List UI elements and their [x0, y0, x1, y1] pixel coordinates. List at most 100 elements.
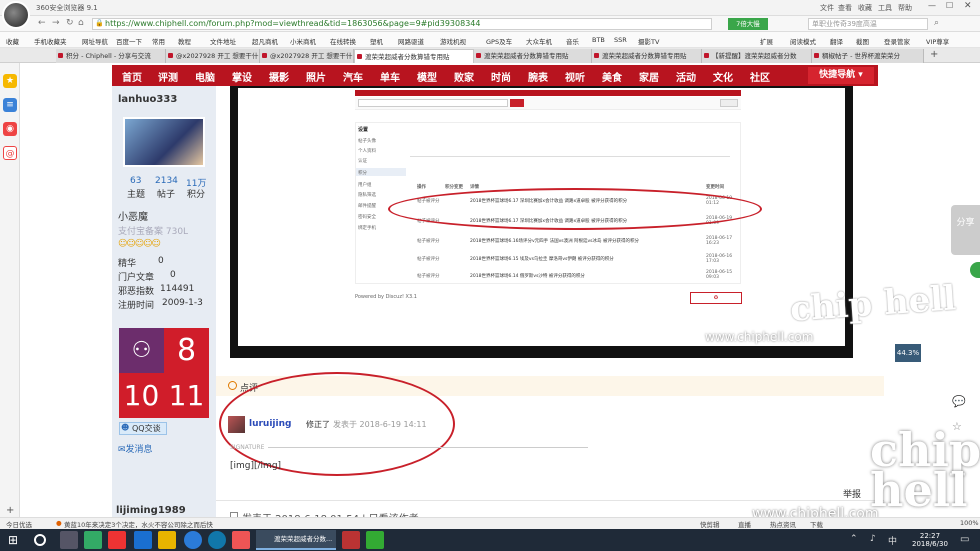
nav-item[interactable]: 时尚 — [491, 69, 511, 84]
bookmark-item[interactable]: 文件地址 — [210, 36, 236, 46]
back-icon[interactable]: ← — [38, 18, 46, 28]
tab[interactable]: 【新提醒】渡荣荣超威者分数 — [702, 49, 812, 63]
menu-help[interactable]: 帮助 — [898, 3, 912, 13]
status-item[interactable]: 直播 — [738, 519, 751, 529]
tab[interactable]: 渡荣荣超威者分数算错专用贴 — [592, 49, 702, 63]
status-item[interactable]: 下载 — [810, 519, 823, 529]
bookmark-item[interactable]: 音乐 — [566, 36, 579, 46]
quick-nav-button[interactable]: 快捷导航 ▾ — [808, 67, 874, 84]
star-icon[interactable]: ★ — [3, 74, 17, 88]
minimize-icon[interactable]: — — [928, 1, 936, 10]
bookmark-extensions[interactable]: 扩展 — [760, 36, 773, 46]
notification-icon[interactable]: ▭ — [960, 534, 969, 545]
nav-item[interactable]: 汽车 — [343, 69, 363, 84]
medal-tile[interactable]: 11 — [164, 373, 209, 418]
nav-item[interactable]: 摄影 — [269, 69, 289, 84]
translate[interactable]: 翻译 — [830, 36, 843, 46]
bookmark-item[interactable]: 大众车机 — [526, 36, 552, 46]
bookmark-item[interactable]: 百度一下 — [116, 36, 142, 46]
comment-icon[interactable]: 💬 — [952, 395, 966, 408]
refresh-icon[interactable]: ↻ — [66, 18, 74, 28]
bookmark-item[interactable]: 常用 — [152, 36, 165, 46]
tab[interactable]: @x2027928 开工 想要干什么 — [260, 49, 354, 63]
speed-badge[interactable]: 7倍大慢 — [728, 18, 768, 30]
reading-mode[interactable]: 阅读模式 — [790, 36, 816, 46]
app-icon[interactable] — [108, 531, 126, 549]
tab[interactable]: 积分 - Chiphell - 分享与交流 — [56, 49, 166, 63]
forward-icon[interactable]: → — [52, 18, 60, 28]
bookmark-item[interactable]: 教程 — [178, 36, 191, 46]
status-today[interactable]: 今日优选 — [6, 519, 32, 529]
bookmark-item[interactable]: 超凡商机 — [252, 36, 278, 46]
vip[interactable]: VIP尊享 — [926, 36, 949, 46]
stat-value[interactable]: 63 — [130, 176, 141, 186]
tab-active[interactable]: 渡荣荣超威者分数算错专用贴 — [354, 49, 474, 63]
bookmark-item[interactable]: 摄影TV — [638, 36, 659, 46]
app-icon[interactable] — [366, 531, 384, 549]
folder-icon[interactable] — [158, 531, 176, 549]
bookmark-item[interactable]: BTB — [592, 36, 605, 44]
browser-user-avatar[interactable] — [2, 1, 30, 29]
author-username[interactable]: lanhuo333 — [118, 94, 177, 105]
bookmark-item[interactable]: SSR — [614, 36, 627, 44]
nav-item[interactable]: 腕表 — [528, 69, 548, 84]
nav-item[interactable]: 模型 — [417, 69, 437, 84]
task-view-icon[interactable] — [60, 531, 78, 549]
home-icon[interactable]: ⌂ — [78, 18, 84, 28]
ime-icon[interactable]: 中 — [888, 534, 897, 547]
news-icon[interactable]: ≡ — [3, 98, 17, 112]
tab[interactable]: 稠椒帖子 - 世界杯渡荣荣分 — [812, 49, 924, 63]
status-news[interactable]: 黄蓝10年来决定3个决定，水火不容公司除之而后快 — [64, 519, 213, 529]
tab[interactable]: 渡荣荣超威者分数算错专用贴 — [474, 49, 592, 63]
nav-item[interactable]: 评测 — [158, 69, 178, 84]
bookmark-item[interactable]: 小米商机 — [290, 36, 316, 46]
close-icon[interactable]: ✕ — [964, 1, 972, 11]
status-item[interactable]: 热点资讯 — [770, 519, 796, 529]
report-link[interactable]: 举报 — [843, 487, 861, 500]
nav-item[interactable]: 掌设 — [232, 69, 252, 84]
bookmark-item[interactable]: 网址导航 — [82, 36, 108, 46]
status-item[interactable]: 快剪辑 — [700, 519, 720, 529]
url-input[interactable]: https://www.chiphell.com/forum.php?mod=v… — [92, 18, 712, 30]
bookmark-item[interactable]: GPS及车 — [486, 36, 512, 46]
bookmark-item[interactable]: 网路驱道 — [398, 36, 424, 46]
nav-item[interactable]: 单车 — [380, 69, 400, 84]
search-input[interactable]: 单职业传奇39度高温 — [808, 18, 928, 30]
new-tab-icon[interactable]: + — [930, 49, 938, 60]
volume-icon[interactable]: ♪ — [870, 534, 876, 544]
mail-icon[interactable]: @ — [3, 146, 17, 160]
taskbar-clock[interactable]: 22:27 2018/6/30 — [912, 532, 948, 548]
menu-tools[interactable]: 工具 — [878, 3, 892, 13]
edge-icon[interactable] — [134, 531, 152, 549]
nav-item[interactable]: 照片 — [306, 69, 326, 84]
app-icon[interactable] — [184, 531, 202, 549]
add-icon[interactable]: + — [6, 505, 14, 516]
status-zoom[interactable]: 100% — [960, 519, 979, 527]
network-icon[interactable]: ⌃ — [850, 534, 858, 544]
bookmark-item[interactable]: 游戏机视 — [440, 36, 466, 46]
nav-home[interactable]: 首页 — [122, 69, 142, 84]
medal-share-icon[interactable]: ⚇ — [119, 328, 164, 373]
app-icon[interactable] — [208, 531, 226, 549]
menu-favorites[interactable]: 收藏 — [858, 3, 872, 13]
next-author[interactable]: lijiming1989 — [116, 505, 186, 516]
login-manager[interactable]: 登录管家 — [884, 36, 910, 46]
nav-item[interactable]: 视听 — [565, 69, 585, 84]
app-icon[interactable] — [342, 531, 360, 549]
nav-item[interactable]: 文化 — [713, 69, 733, 84]
nav-item[interactable]: 美食 — [602, 69, 622, 84]
share-button[interactable]: 分享 — [951, 205, 980, 255]
send-message-link[interactable]: ✉发消息 — [118, 442, 153, 455]
taskbar-active-window[interactable]: 渡荣荣超威者分数... — [256, 530, 336, 550]
app-icon[interactable] — [232, 531, 250, 549]
tab[interactable]: @x2027928 开工 想要干什么 — [166, 49, 260, 63]
search-icon[interactable] — [34, 534, 46, 546]
bookmark-item[interactable]: 手机收藏夹 — [34, 36, 67, 46]
menu-file[interactable]: 文件 — [820, 3, 834, 13]
bookmark-item[interactable]: 塑机 — [370, 36, 383, 46]
side-toggle[interactable] — [970, 262, 980, 278]
nav-item[interactable]: 家居 — [639, 69, 659, 84]
bookmark-item[interactable]: 在线转换 — [330, 36, 356, 46]
nav-item[interactable]: 社区 — [750, 69, 770, 84]
medal-tile[interactable]: 8 — [164, 328, 209, 373]
